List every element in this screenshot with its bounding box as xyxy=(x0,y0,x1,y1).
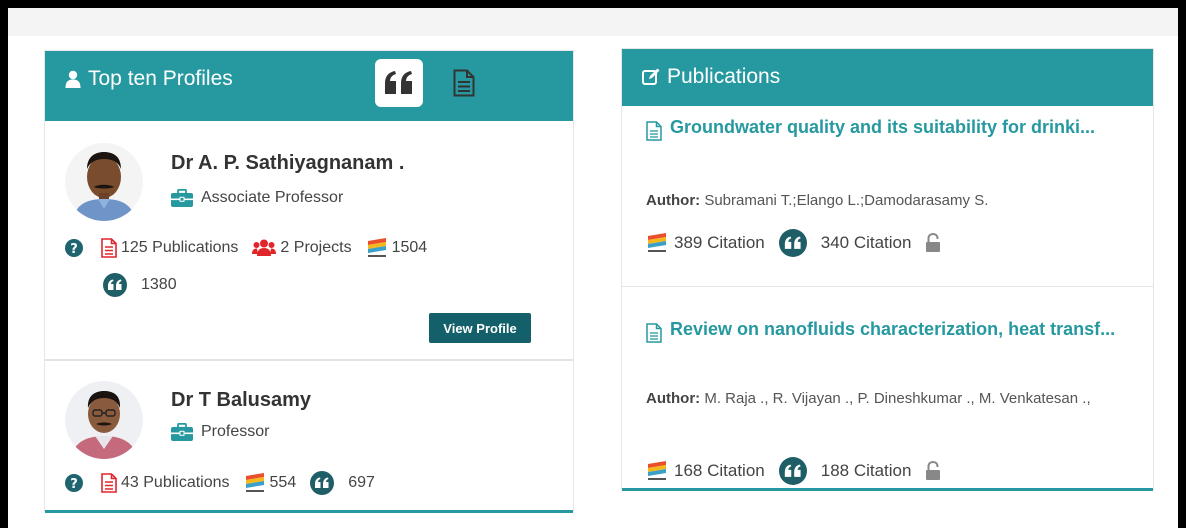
panel-bottom-border xyxy=(45,510,573,513)
document-tab[interactable] xyxy=(453,69,475,102)
help-stat[interactable]: ? xyxy=(65,239,87,257)
dimensions-logo-icon xyxy=(646,460,668,482)
svg-text:?: ? xyxy=(70,477,78,492)
profile-role-text: Associate Professor xyxy=(201,189,344,206)
citation-count-a: 389 Citation xyxy=(674,233,765,252)
unlock-icon xyxy=(925,233,941,253)
question-circle-icon[interactable]: ? xyxy=(65,239,83,257)
quote-circle-icon xyxy=(778,457,807,485)
top-strip xyxy=(8,8,1178,36)
document-icon xyxy=(453,69,475,97)
dimensions-logo-icon xyxy=(646,232,668,254)
document-red-icon xyxy=(101,238,117,258)
profile-card: Dr A. P. Sathiyagnanam . Associate Profe… xyxy=(45,127,573,361)
user-icon xyxy=(65,70,81,88)
top-profiles-panel: Top ten Profiles Dr A. P. Sathiyagnanam … xyxy=(44,50,574,513)
citation-count-b: 188 Citation xyxy=(820,461,912,480)
author-label: Author: xyxy=(646,390,701,407)
dimensions-stat: 554 xyxy=(244,472,297,494)
publications-title: Publications xyxy=(642,65,780,89)
top-profiles-title-text: Top ten Profiles xyxy=(88,67,233,90)
dimensions-logo-icon xyxy=(366,237,388,259)
publication-authors: Author: M. Raja ., R. Vijayan ., P. Dine… xyxy=(646,387,1126,411)
publication-authors: Author: Subramani T.;Elango L.;Damodaras… xyxy=(646,189,1126,213)
top-profiles-title: Top ten Profiles xyxy=(65,67,233,91)
publication-item: Review on nanofluids characterization, h… xyxy=(622,311,1153,491)
profile-name[interactable]: Dr T Balusamy xyxy=(171,389,311,412)
avatar xyxy=(65,381,143,459)
citation-count-a: 168 Citation xyxy=(674,461,765,480)
edit-icon xyxy=(642,68,660,86)
publication-item: Groundwater quality and its suitability … xyxy=(622,109,1153,287)
top-profiles-header: Top ten Profiles xyxy=(45,51,573,121)
quote-tab[interactable] xyxy=(375,59,423,107)
help-stat[interactable]: ? xyxy=(65,474,87,492)
publications-count: 125 Publications xyxy=(121,239,239,256)
publication-citations: 168 Citation 188 Citation xyxy=(646,457,947,485)
publication-citations: 389 Citation 340 Citation xyxy=(646,229,947,257)
dimensions-count: 554 xyxy=(269,474,297,491)
citation-count-b: 340 Citation xyxy=(820,233,912,252)
avatar xyxy=(65,143,143,221)
author-names: Subramani T.;Elango L.;Damodarasamy S. xyxy=(704,192,989,209)
users-group-icon xyxy=(252,239,277,257)
quote-circle-icon xyxy=(103,273,127,297)
profile-role: Associate Professor xyxy=(171,189,343,207)
publication-title-text[interactable]: Groundwater quality and its suitability … xyxy=(670,115,1095,148)
publications-panel: Publications Groundwater quality and its… xyxy=(621,48,1154,491)
quote-circle-icon xyxy=(310,471,335,495)
publication-title-text[interactable]: Review on nanofluids characterization, h… xyxy=(670,317,1115,350)
projects-stat: 2 Projects xyxy=(252,239,352,257)
svg-text:?: ? xyxy=(70,242,78,257)
question-circle-icon[interactable]: ? xyxy=(65,474,83,492)
profile-stats: ? 125 Publications 2 Projects 1504 xyxy=(65,237,441,259)
profile-role: Professor xyxy=(171,423,269,441)
citations-stat: 1380 xyxy=(103,273,177,297)
publications-stat: 43 Publications xyxy=(101,473,230,493)
publications-title-text: Publications xyxy=(667,65,781,88)
dimensions-logo-icon xyxy=(244,472,266,494)
document-icon xyxy=(646,323,662,350)
dimensions-count: 1504 xyxy=(391,239,428,256)
document-icon xyxy=(646,121,662,148)
publication-title[interactable]: Groundwater quality and its suitability … xyxy=(646,115,1116,148)
briefcase-icon xyxy=(171,189,193,207)
page: Top ten Profiles Dr A. P. Sathiyagnanam … xyxy=(8,8,1178,528)
quote-circle-icon xyxy=(778,229,807,257)
citations-count: 1380 xyxy=(141,276,177,293)
profile-role-text: Professor xyxy=(201,423,270,440)
publications-count: 43 Publications xyxy=(121,474,230,491)
publication-title[interactable]: Review on nanofluids characterization, h… xyxy=(646,317,1116,350)
document-red-icon xyxy=(101,473,117,493)
publications-header: Publications xyxy=(622,49,1153,106)
profile-stats: ? 43 Publications 554 697 xyxy=(65,471,389,495)
unlock-icon xyxy=(925,461,941,481)
projects-count: 2 Projects xyxy=(280,239,352,256)
dimensions-stat: 1504 xyxy=(366,237,428,259)
author-label: Author: xyxy=(646,192,701,209)
briefcase-icon xyxy=(171,423,193,441)
profile-card: Dr T Balusamy Professor ? 43 Publication… xyxy=(45,363,573,509)
citations-count: 697 xyxy=(348,474,375,491)
publications-stat: 125 Publications xyxy=(101,238,238,258)
profile-name[interactable]: Dr A. P. Sathiyagnanam . xyxy=(171,152,404,175)
view-profile-button[interactable]: View Profile xyxy=(429,313,531,343)
author-names: M. Raja ., R. Vijayan ., P. Dineshkumar … xyxy=(704,390,1091,407)
citations-stat: 697 xyxy=(310,471,375,495)
quote-icon xyxy=(385,71,412,94)
panel-bottom-border xyxy=(622,488,1153,491)
